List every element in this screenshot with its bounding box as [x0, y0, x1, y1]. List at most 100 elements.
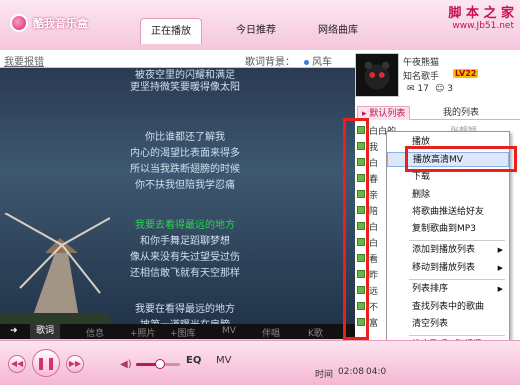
- song-title: 我: [369, 143, 379, 153]
- prev-icon: ◀◀: [10, 359, 24, 368]
- tab-online-library[interactable]: 网络曲库: [308, 18, 368, 44]
- tab-photos[interactable]: +照片: [130, 326, 156, 339]
- volume-knob[interactable]: [155, 359, 166, 369]
- song-title: 白: [369, 159, 379, 169]
- next-button[interactable]: ▶▶: [66, 355, 84, 373]
- menu-item[interactable]: 下载: [387, 170, 509, 185]
- playlist-tabs: ▸ 默认列表 我的列表: [355, 106, 520, 120]
- arrow-right-icon[interactable]: ➜: [10, 326, 18, 336]
- tab-default-list-label: 默认列表: [369, 109, 406, 119]
- user-level: 知名歌手: [403, 72, 440, 82]
- current-time: 02:08: [338, 367, 364, 377]
- lyrics-panel: 被夜空里的闪耀和满足 更坚持微笑要暖得像太阳 你比谁都还了解我 内心的渴望比表面来得多…: [0, 68, 355, 324]
- kuwo-logo-icon: [10, 14, 28, 32]
- menu-item[interactable]: 添加到播放列表 ▶: [387, 243, 509, 258]
- song-title: 白: [369, 223, 379, 233]
- player-bar: ◀◀ ❚❚ ▶▶ ◀) EQ MV 时间 02:08 04:0: [0, 340, 520, 385]
- song-title: 陪: [369, 207, 379, 217]
- user-name[interactable]: 午夜熊猫: [403, 55, 439, 68]
- menu-item-label: 查找列表中的歌曲: [412, 302, 485, 312]
- menu-item[interactable]: 列表排序 ▶: [387, 282, 509, 297]
- tab-karaoke-accompany[interactable]: 伴唱: [262, 326, 280, 339]
- tab-my-list[interactable]: 我的列表: [439, 106, 483, 120]
- song-title: 看: [369, 255, 379, 265]
- song-title: 富: [369, 319, 379, 329]
- volume-icon[interactable]: ◀): [120, 359, 132, 370]
- eq-button[interactable]: EQ: [186, 355, 201, 366]
- menu-item[interactable]: 删除: [387, 188, 509, 203]
- mail-count: 17: [417, 84, 429, 94]
- submenu-arrow-icon: ▶: [497, 246, 503, 254]
- lyrics-toolbar: 我要报错 歌词背景： 风车: [0, 50, 355, 68]
- song-title: 春: [369, 175, 379, 185]
- menu-item-label: 移动到播放列表: [412, 263, 476, 273]
- menu-item-label: 下载: [412, 172, 431, 182]
- radio-dot-icon: [304, 59, 309, 65]
- next-icon: ▶▶: [68, 359, 82, 368]
- lyrics-bg-value: 风车: [312, 57, 332, 68]
- menu-item-label: 删除: [412, 190, 431, 200]
- song-title: 不: [369, 303, 379, 313]
- level-badge: LV22: [453, 69, 479, 78]
- lyric-line: 你比谁都还了解我: [145, 132, 225, 143]
- menu-separator: [409, 335, 505, 336]
- header: 酷我音乐盒 正在播放 今日推荐 网络曲库 脚 本 之 家 www.Jb51.ne…: [0, 0, 520, 50]
- pause-button[interactable]: ❚❚: [32, 349, 60, 377]
- friends-icon: ☺: [435, 84, 445, 94]
- tab-gallery-label: 图库: [177, 329, 196, 339]
- prev-button[interactable]: ◀◀: [8, 355, 26, 373]
- lyric-line: 像从来没有失过望受过伤: [130, 252, 240, 263]
- menu-item-label: 复制歌曲到MP3: [412, 224, 476, 234]
- menu-item[interactable]: 清空列表: [387, 317, 509, 332]
- submenu-arrow-icon: ▶: [497, 264, 503, 272]
- menu-item-label: 列表排序: [412, 284, 449, 294]
- tab-recommend[interactable]: 今日推荐: [226, 18, 286, 44]
- lyric-line: 内心的渴望比表面来得多: [130, 148, 240, 159]
- mail-stat[interactable]: ✉ 17: [407, 84, 429, 94]
- mail-icon: ✉: [407, 84, 415, 94]
- menu-item[interactable]: 将歌曲推送给好友: [387, 205, 509, 220]
- menu-item[interactable]: 复制歌曲到MP3: [387, 222, 509, 237]
- menu-separator: [409, 240, 505, 241]
- watermark-site-name: 脚 本 之 家: [448, 6, 514, 21]
- mv-button[interactable]: MV: [216, 355, 231, 366]
- lyric-line: 所以当我跌断翅膀的时候: [130, 164, 240, 175]
- submenu-arrow-icon: ▶: [497, 285, 503, 293]
- song-title: 白: [369, 239, 379, 249]
- friend-count: 3: [447, 84, 453, 94]
- tab-now-playing[interactable]: 正在播放: [140, 18, 202, 44]
- friends-stat[interactable]: ☺ 3: [435, 84, 453, 94]
- tab-lyrics[interactable]: 歌词: [30, 324, 61, 339]
- lyric-line: 我要在看得最远的地方: [135, 304, 235, 315]
- total-time: 04:0: [366, 367, 387, 377]
- lyric-line: 和你手舞足蹈聊梦想: [140, 236, 230, 247]
- menu-item-label: 将歌曲推送给好友: [412, 207, 485, 217]
- watermark-site-url: www.Jb51.net: [452, 21, 514, 31]
- time-label: 时间: [315, 370, 334, 380]
- highlight-box-song-icons: [343, 118, 369, 340]
- tab-mv[interactable]: MV: [222, 326, 236, 336]
- avatar[interactable]: [355, 53, 399, 97]
- menu-item[interactable]: 移动到播放列表 ▶: [387, 261, 509, 276]
- tab-k-song[interactable]: K歌: [308, 326, 323, 339]
- volume-slider[interactable]: [136, 359, 180, 369]
- highlight-box-play-hd-mv: [405, 146, 517, 172]
- view-tabs: ➜ 歌词 信息 +照片 +图库 MV 伴唱 K歌: [0, 324, 355, 339]
- lyric-line: 更坚持微笑要暖得像太阳: [130, 82, 240, 93]
- menu-separator: [409, 279, 505, 280]
- menu-item-label: 清空列表: [412, 319, 449, 329]
- lyric-line: 还相信敢飞就有天空那样: [130, 268, 240, 279]
- menu-item[interactable]: 查找列表中的歌曲: [387, 300, 509, 315]
- app-window: 酷我音乐盒 正在播放 今日推荐 网络曲库 脚 本 之 家 www.Jb51.ne…: [0, 0, 520, 385]
- lyrics-bg-select[interactable]: 风车: [304, 53, 332, 68]
- site-watermark: 脚 本 之 家 www.Jb51.net: [448, 2, 514, 31]
- tab-gallery[interactable]: +图库: [170, 326, 196, 339]
- pause-icon: ❚❚: [35, 356, 57, 370]
- lyric-line: 你不扶我但陪我学忍痛: [135, 180, 235, 191]
- song-title: 昨: [369, 271, 379, 281]
- lyric-line: 披第一道曙光在肩膀: [80, 316, 290, 324]
- tab-info[interactable]: 信息: [86, 326, 104, 339]
- song-title: 亲: [369, 191, 379, 201]
- report-error-link[interactable]: 我要报错: [4, 53, 44, 68]
- lyric-line: 我要去看得最远的地方: [135, 220, 235, 231]
